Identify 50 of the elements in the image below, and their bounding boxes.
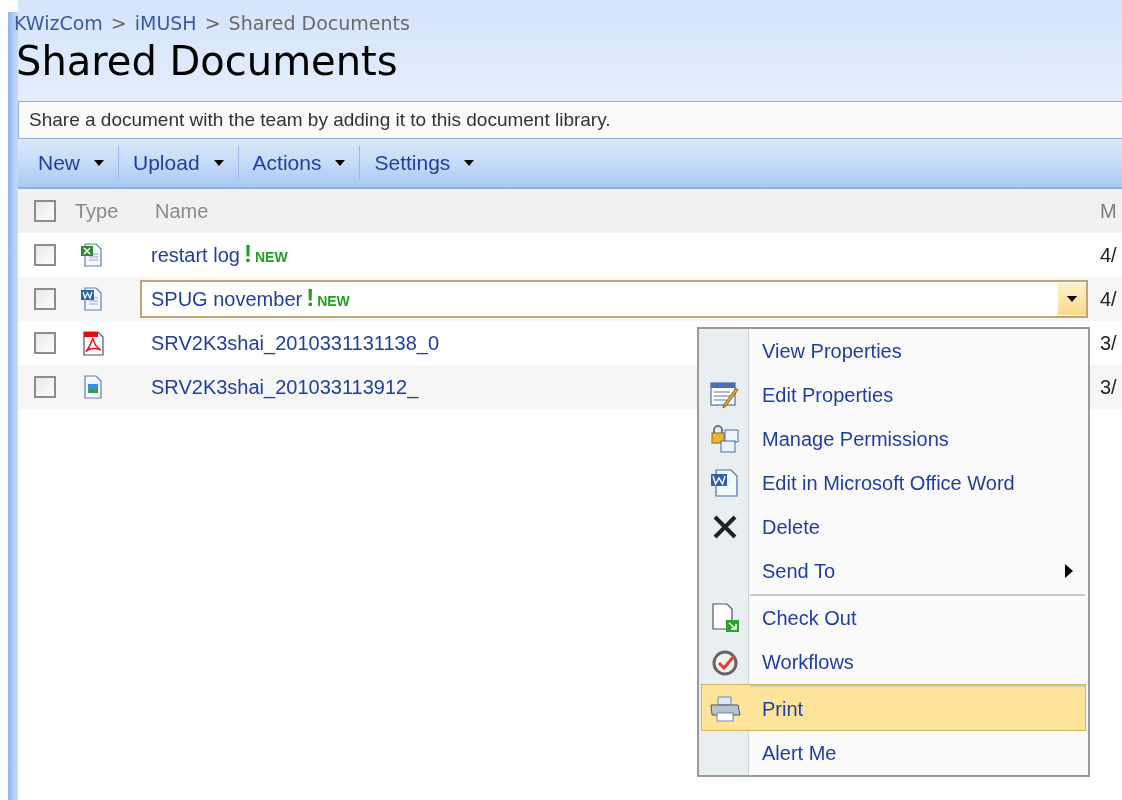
check-out-document-icon xyxy=(709,602,741,634)
context-menu-item[interactable]: Check Out xyxy=(701,593,1086,640)
document-link[interactable]: SPUG november xyxy=(151,284,303,314)
toolbar-menu-button[interactable]: New xyxy=(28,145,114,181)
library-description: Share a document with the team by adding it to this document library. xyxy=(18,101,1122,139)
toolbar-menu-button[interactable]: Upload xyxy=(123,145,234,181)
context-menu-item[interactable]: View Properties xyxy=(701,329,1086,373)
edit-properties-icon xyxy=(709,380,741,410)
pdf-file-icon xyxy=(80,330,106,356)
new-label: !NEW xyxy=(243,242,288,268)
toolbar-menu-button[interactable]: Settings xyxy=(364,145,485,181)
select-all-checkbox[interactable] xyxy=(34,200,56,222)
dropdown-caret-icon xyxy=(94,160,104,166)
caret-icon xyxy=(1067,296,1077,302)
context-menu-item[interactable]: Alert Me xyxy=(701,731,1086,775)
printer-icon xyxy=(709,695,741,723)
table-cell-text: 3/ xyxy=(1100,331,1118,356)
context-menu-item[interactable]: Print xyxy=(701,684,1086,731)
breadcrumb-separator: > xyxy=(110,14,127,33)
row-checkbox[interactable] xyxy=(34,288,56,310)
context-menu-item[interactable]: Edit in Microsoft Office Word xyxy=(701,461,1086,505)
document-link[interactable]: SRV2K3shai_201033113912_ xyxy=(151,372,419,402)
document-link[interactable]: restart log xyxy=(151,240,240,270)
document-link[interactable]: SRV2K3shai_2010331131138_0 xyxy=(151,328,440,358)
table-cell-text: 4/ xyxy=(1100,287,1118,312)
new-label: !NEW xyxy=(306,286,350,312)
context-menu-item[interactable]: Workflows xyxy=(701,640,1086,684)
row-checkbox[interactable] xyxy=(34,332,56,354)
dropdown-caret-icon xyxy=(335,160,346,166)
column-header[interactable]: M xyxy=(1100,196,1122,226)
dropdown-caret-icon xyxy=(464,160,475,166)
delete-x-icon xyxy=(712,514,738,540)
context-menu-item[interactable]: Send To xyxy=(701,549,1086,593)
table-cell-text: 4/ xyxy=(1100,243,1118,268)
page-title: Shared Documents xyxy=(16,37,399,86)
dropdown-caret-icon xyxy=(213,160,224,166)
row-checkbox[interactable] xyxy=(34,376,56,398)
context-menu-item[interactable]: Delete xyxy=(701,505,1086,549)
breadcrumb-separator: > xyxy=(204,14,221,33)
context-menu-item[interactable]: Manage Permissions xyxy=(701,417,1086,461)
lock-and-documents-icon xyxy=(709,424,741,454)
row-checkbox[interactable] xyxy=(34,244,56,266)
word-document-icon xyxy=(709,468,741,498)
toolbar-menu-button[interactable]: Actions xyxy=(242,145,356,181)
context-menu-item[interactable]: Edit Properties xyxy=(701,373,1086,417)
table-cell-text: 3/ xyxy=(1100,375,1118,400)
breadcrumb-current: Shared Documents xyxy=(228,14,410,33)
breadcrumb-link[interactable]: KWizCom xyxy=(14,14,103,33)
item-menu-button[interactable] xyxy=(1058,283,1086,315)
breadcrumb-link[interactable]: iMUSH xyxy=(134,14,197,33)
